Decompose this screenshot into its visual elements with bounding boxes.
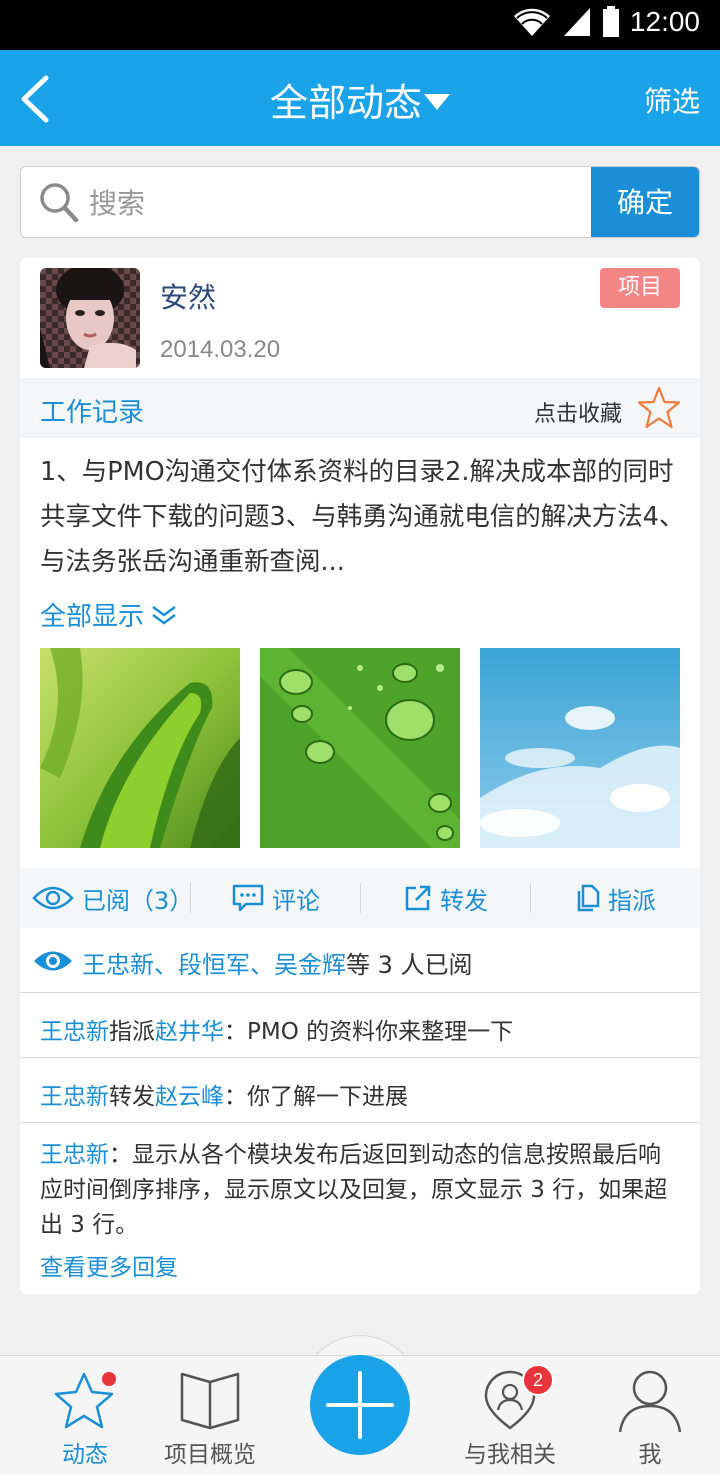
star-icon[interactable]	[636, 385, 682, 431]
reply-author[interactable]: 王忠新	[40, 1142, 109, 1168]
eye-filled-icon	[34, 951, 72, 971]
filter-button[interactable]: 筛选	[644, 80, 700, 120]
notification-dot	[102, 1372, 116, 1386]
reply-item: 王忠新转发赵云峰：你了解一下进展	[40, 1084, 408, 1110]
book-icon	[180, 1372, 240, 1430]
water-drops-leaf-image[interactable]	[260, 648, 460, 848]
clock: 12:00	[629, 6, 700, 37]
tab-me[interactable]: 我	[600, 1356, 700, 1475]
reply-item: 王忠新指派赵井华：PMO 的资料你来整理一下	[40, 1019, 514, 1045]
read-button[interactable]: 已阅（3）	[32, 868, 193, 928]
tab-label: 我	[638, 1442, 662, 1468]
notification-badge: 2	[522, 1364, 554, 1396]
blue-sky-clouds-image[interactable]	[480, 648, 680, 848]
search-confirm-button[interactable]: 确定	[591, 167, 699, 237]
tab-label: 动态	[62, 1442, 108, 1468]
reply-text: 你了解一下进展	[247, 1084, 408, 1110]
forward-label: 转发	[440, 886, 488, 915]
triangle-down-icon	[424, 93, 450, 110]
action-bar: 已阅（3） 评论 转发 指派	[20, 868, 700, 928]
search-icon	[40, 183, 79, 223]
tab-related-to-me[interactable]: 2 与我相关	[440, 1356, 580, 1475]
share-icon	[405, 885, 431, 911]
avatar[interactable]	[40, 268, 140, 368]
reply-target[interactable]: 赵云峰	[155, 1084, 224, 1110]
reply-author[interactable]: 王忠新	[40, 1019, 109, 1045]
tab-feed[interactable]: 动态	[30, 1356, 140, 1475]
divider	[20, 1122, 700, 1123]
reply-item: 王忠新：显示从各个模块发布后返回到动态的信息按照最后响应时间倒序排序，显示原文以…	[40, 1142, 668, 1238]
readers-row: 王忠新、段恒军、吴金辉等 3 人已阅	[20, 928, 700, 993]
reply-text: 显示从各个模块发布后返回到动态的信息按照最后响应时间倒序排序，显示原文以及回复，…	[40, 1142, 668, 1238]
post-content: 1、与PMO沟通交付体系资料的目录2.解决成本部的同时共享文件下载的问题3、与韩…	[40, 457, 685, 577]
divider	[20, 1057, 700, 1058]
tab-label: 与我相关	[464, 1442, 556, 1468]
comment-label: 评论	[272, 886, 320, 915]
divider	[190, 883, 191, 913]
grass-blade-image[interactable]	[40, 648, 240, 848]
show-all-button[interactable]: 全部显示	[40, 596, 178, 633]
divider	[360, 883, 361, 913]
show-all-label: 全部显示	[40, 602, 145, 632]
page-title-dropdown[interactable]: 全部动态	[0, 72, 720, 127]
battery-icon	[602, 6, 619, 37]
wifi-icon	[513, 8, 550, 36]
forward-button[interactable]: 转发	[404, 868, 488, 928]
tab-label: 项目概览	[164, 1442, 256, 1468]
divider	[530, 883, 531, 913]
project-tag: 项目	[600, 268, 680, 308]
search-input[interactable]	[89, 181, 579, 225]
favorite-label[interactable]: 点击收藏	[534, 396, 622, 428]
reader-names[interactable]: 王忠新、段恒军、吴金辉	[82, 951, 346, 979]
category-row: 工作记录 点击收藏	[20, 378, 700, 438]
comment-button[interactable]: 评论	[232, 868, 320, 928]
document-icon	[577, 884, 600, 912]
signal-icon	[563, 8, 590, 36]
search-bar: 确定	[20, 166, 700, 238]
readers-text: 王忠新、段恒军、吴金辉等 3 人已阅	[82, 945, 473, 980]
readers-suffix: 等 3 人已阅	[346, 951, 473, 979]
category-label: 工作记录	[40, 398, 145, 428]
user-name[interactable]: 安然	[160, 276, 216, 316]
status-bar: 12:00	[0, 0, 720, 50]
plus-icon	[326, 1371, 394, 1439]
page-title: 全部动态	[269, 81, 422, 125]
reply-target[interactable]: 赵井华	[155, 1019, 224, 1045]
comment-icon	[232, 884, 264, 912]
person-icon	[618, 1370, 682, 1433]
post-date: 2014.03.20	[160, 336, 281, 363]
activity-card: 安然 2014.03.20 项目 工作记录 点击收藏 1、与PMO沟通交付体系资…	[20, 258, 700, 1294]
eye-icon	[32, 886, 74, 910]
double-chevron-down-icon	[152, 605, 176, 625]
read-label: 已阅（3）	[82, 886, 194, 915]
assign-label: 指派	[608, 886, 656, 915]
tab-project-overview[interactable]: 项目概览	[150, 1356, 270, 1475]
assign-button[interactable]: 指派	[576, 868, 656, 928]
more-replies-link[interactable]: 查看更多回复	[40, 1248, 178, 1282]
app-header: 全部动态 筛选	[0, 50, 720, 146]
reply-author[interactable]: 王忠新	[40, 1084, 109, 1110]
add-button[interactable]	[310, 1355, 410, 1455]
reply-text: PMO 的资料你来整理一下	[247, 1019, 514, 1045]
divider	[20, 992, 700, 993]
